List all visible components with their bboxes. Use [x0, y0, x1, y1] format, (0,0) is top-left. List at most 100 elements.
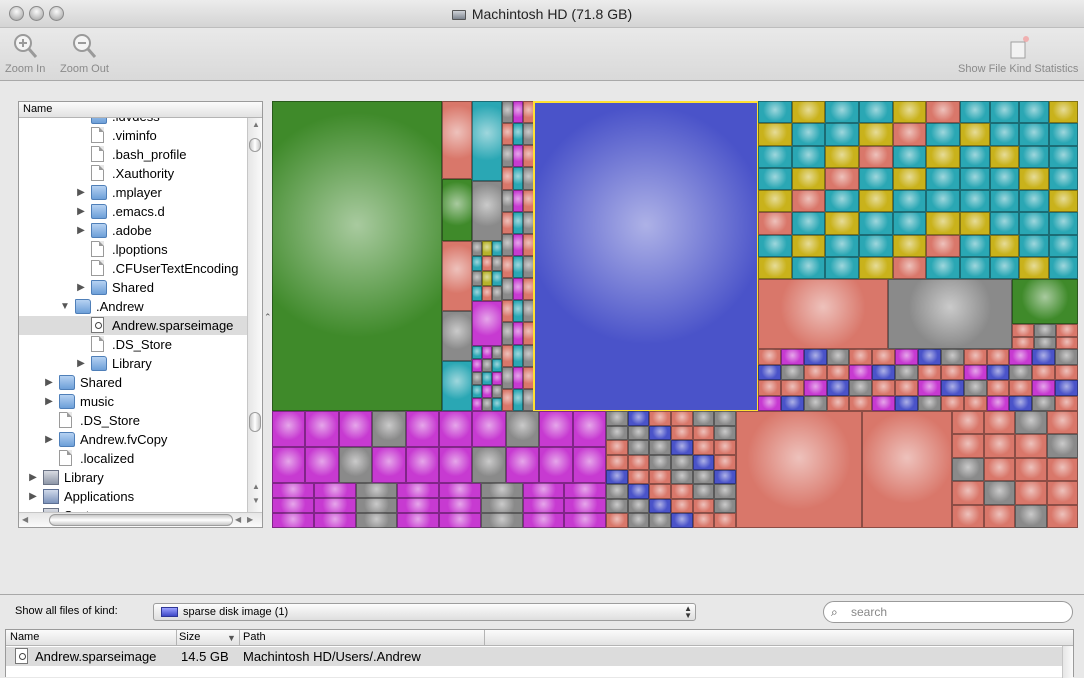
treemap-cell[interactable]	[940, 380, 964, 396]
treemap-cell[interactable]	[940, 364, 964, 380]
treemap-cell[interactable]	[960, 256, 990, 279]
tree-row[interactable]: ▶ Andrew.fvCopy	[19, 430, 247, 449]
treemap-cell[interactable]	[986, 349, 1010, 365]
tree-row[interactable]: ▶ Library	[19, 468, 247, 487]
treemap-cell[interactable]	[989, 212, 1019, 235]
disclosure-closed-icon[interactable]: ▶	[76, 354, 86, 373]
treemap-cell[interactable]	[272, 483, 314, 498]
tree-row[interactable]: ▶ .adobe	[19, 221, 247, 240]
treemap-cell[interactable]	[986, 380, 1010, 396]
treemap-cell[interactable]	[671, 513, 693, 528]
treemap-cell[interactable]	[439, 411, 473, 447]
treemap-cell[interactable]	[492, 398, 502, 411]
scroll-down-arrow-icon[interactable]: ▼	[252, 496, 260, 505]
treemap-cell[interactable]	[405, 447, 439, 483]
treemap-cell[interactable]	[1019, 212, 1049, 235]
treemap-cell[interactable]	[1015, 457, 1047, 482]
treemap-cell[interactable]	[714, 411, 736, 426]
treemap-cell[interactable]	[502, 278, 513, 301]
treemap-cell[interactable]	[472, 411, 506, 447]
treemap-cell[interactable]	[859, 212, 893, 235]
treemap-cell[interactable]	[522, 483, 565, 498]
treemap-cell[interactable]	[892, 234, 927, 257]
treemap-cell[interactable]	[989, 167, 1019, 190]
treemap-cell[interactable]	[512, 366, 524, 389]
treemap-cell[interactable]	[791, 101, 826, 124]
treemap-cell[interactable]	[564, 483, 606, 498]
treemap-cell[interactable]	[671, 425, 693, 441]
treemap-cell[interactable]	[492, 372, 502, 385]
treemap-cell[interactable]	[758, 279, 888, 349]
treemap-cell[interactable]	[1009, 380, 1033, 396]
treemap-cell[interactable]	[442, 241, 472, 311]
treemap-cell[interactable]	[983, 481, 1015, 505]
treemap-cell[interactable]	[502, 145, 513, 168]
treemap-cell[interactable]	[892, 190, 927, 213]
treemap-cell[interactable]	[872, 349, 896, 365]
treemap-cell[interactable]	[736, 411, 862, 528]
treemap-cell[interactable]	[512, 189, 524, 212]
treemap-cell[interactable]	[627, 469, 650, 485]
treemap-cell[interactable]	[780, 395, 804, 411]
treemap-cell[interactable]	[803, 349, 827, 365]
treemap-cell[interactable]	[872, 395, 896, 411]
treemap-cell[interactable]	[627, 498, 650, 514]
treemap-cell[interactable]	[1048, 212, 1078, 235]
treemap-cell[interactable]	[502, 123, 513, 146]
treemap-cell[interactable]	[671, 484, 693, 499]
treemap-cell[interactable]	[439, 498, 481, 513]
treemap-cell[interactable]	[313, 483, 356, 498]
treemap-cell[interactable]	[512, 278, 524, 301]
treemap-cell[interactable]	[1019, 190, 1049, 213]
treemap-cell[interactable]	[512, 344, 524, 367]
treemap-cell[interactable]	[791, 167, 826, 190]
treemap-cell[interactable]	[1055, 349, 1078, 365]
treemap-cell[interactable]	[671, 411, 693, 426]
treemap-cell[interactable]	[826, 364, 850, 380]
zoom-in-button[interactable]: Zoom In	[5, 32, 45, 75]
treemap-cell[interactable]	[758, 380, 781, 396]
treemap-cell[interactable]	[627, 454, 650, 470]
treemap-cell[interactable]	[983, 457, 1015, 482]
scroll-left-arrow-right-icon[interactable]: ◀	[235, 515, 241, 524]
treemap-cell[interactable]	[963, 349, 987, 365]
treemap-cell[interactable]	[758, 101, 792, 124]
treemap-cell[interactable]	[338, 411, 373, 447]
treemap-cell[interactable]	[1032, 364, 1056, 380]
treemap-cell[interactable]	[372, 411, 406, 447]
treemap-cell[interactable]	[825, 101, 859, 124]
treemap-cell[interactable]	[791, 145, 826, 168]
tree-row[interactable]: .CFUserTextEncoding	[19, 259, 247, 278]
treemap-cell[interactable]	[472, 101, 502, 181]
treemap-cell[interactable]	[482, 385, 492, 398]
treemap-cell[interactable]	[825, 234, 859, 257]
treemap-cell[interactable]	[313, 513, 356, 528]
tree-row[interactable]: .lpoptions	[19, 240, 247, 259]
treemap-cell[interactable]	[442, 311, 472, 361]
treemap-cell[interactable]	[692, 513, 715, 528]
tree-row[interactable]: .bash_profile	[19, 145, 247, 164]
treemap-cell[interactable]	[671, 498, 693, 514]
treemap-cell[interactable]	[952, 481, 984, 505]
treemap-cell[interactable]	[872, 364, 896, 380]
treemap-cell[interactable]	[272, 411, 306, 447]
treemap-cell[interactable]	[522, 498, 565, 513]
treemap-cell[interactable]	[1032, 380, 1056, 396]
treemap-cell[interactable]	[791, 123, 826, 146]
treemap-cell[interactable]	[926, 123, 960, 146]
tree-row[interactable]: .Xauthority	[19, 164, 247, 183]
treemap-cell[interactable]	[758, 395, 781, 411]
treemap-cell[interactable]	[1034, 324, 1056, 337]
treemap-cell[interactable]	[859, 101, 893, 124]
treemap-cell[interactable]	[512, 211, 524, 234]
treemap-cell[interactable]	[627, 425, 650, 441]
treemap-cell[interactable]	[983, 411, 1015, 435]
treemap-cell[interactable]	[849, 395, 873, 411]
treemap-cell[interactable]	[564, 513, 606, 528]
treemap-cell[interactable]	[512, 167, 524, 190]
treemap-cell[interactable]	[849, 380, 873, 396]
scroll-thumb-top[interactable]	[249, 138, 261, 152]
split-view-divider-handle[interactable]: ⌃	[264, 312, 272, 323]
treemap-cell[interactable]	[627, 440, 650, 455]
treemap-cell[interactable]	[442, 101, 472, 179]
